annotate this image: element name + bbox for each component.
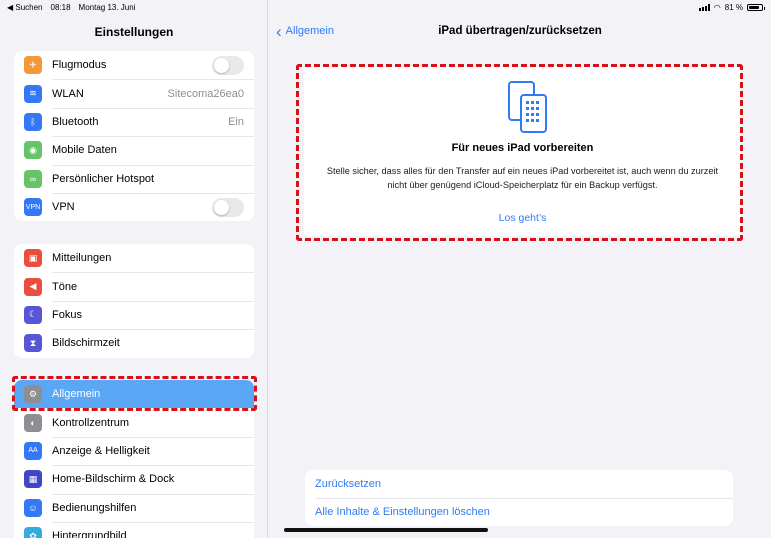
sidebar-item-hintergrundbild[interactable]: ✿ Hintergrundbild [14,521,254,538]
notifications-icon: ▣ [24,249,42,268]
accessibility-icon: ☺ [24,498,42,517]
vpn-icon: VPN [24,198,42,217]
sidebar-item-kontrollzentrum[interactable]: ◐ Kontrollzentrum [14,408,254,436]
toggle-switch[interactable] [212,55,244,75]
card-title: Für neues iPad vorbereiten [451,142,594,154]
cellular-signal-icon [698,4,710,11]
sidebar-item-value: Ein [228,115,244,128]
card-description: Stelle sicher, dass alles für den Transf… [326,166,719,190]
battery-icon [747,4,765,11]
settings-group-general: ⚙ Allgemein ◐ Kontrollzentrum AA Anzeige & He… [14,380,254,538]
sidebar-title: Einstellungen [94,25,174,39]
antenna-icon: ◉ [24,141,42,160]
sidebar-item-bedienungshilfen[interactable]: ☺ Bedienungshilfen [14,493,254,522]
sidebar-item-töne[interactable]: ◀ Töne [14,272,254,300]
sidebar-item-label: Mitteilungen [52,252,112,265]
wifi-icon: ≋ [24,84,42,103]
flower-icon: ✿ [24,527,42,538]
moon-icon: ☾ [24,305,42,324]
sidebar-item-vpn[interactable]: VPN VPN [14,192,254,221]
sidebar-item-label: Anzeige & Helligkeit [52,444,150,457]
sidebar-item-label: Bedienungshilfen [52,501,137,514]
wifi-status-icon: ◠ [713,3,721,12]
detail-pane: ‹ Allgemein iPad übertragen/zurücksetzen… [269,0,771,538]
reset-actions-group: Zurücksetzen Alle Inhalte & Einstellunge… [305,470,733,526]
sidebar-item-label: Hintergrundbild [52,530,127,538]
sidebar-item-persönlicher-hotspot[interactable]: ∞ Persönlicher Hotspot [14,164,254,193]
prepare-new-ipad-card: Für neues iPad vorbereiten Stelle sicher… [304,67,741,236]
sidebar-item-value: Sitecoma26ea0 [167,87,244,100]
sidebar-item-label: Fokus [52,308,82,321]
toggle-switch[interactable] [212,197,244,217]
sidebar-item-label: Flugmodus [52,59,107,72]
status-date: Montag 13. Juni [78,3,136,12]
get-started-link[interactable]: Los geht’s [304,212,741,224]
sidebar-item-label: Persönlicher Hotspot [52,172,155,185]
sidebar-item-label: VPN [52,201,75,214]
erase-all-content-button[interactable]: Alle Inhalte & Einstellungen löschen [305,498,733,526]
status-bar: ◀ Suchen 08:18 Montag 13. Juni ◠ 81 % [0,0,771,16]
reset-button[interactable]: Zurücksetzen [305,470,733,498]
sidebar-item-fokus[interactable]: ☾ Fokus [14,300,254,329]
gear-icon: ⚙ [24,385,42,404]
home-grid-icon: ▦ [24,470,42,489]
sidebar-item-mitteilungen[interactable]: ▣ Mitteilungen [14,244,254,272]
switches-icon: ◐ [24,413,42,432]
settings-sidebar: Einstellungen ✈ Flugmodus ≋ WLAN Sitecoma26e… [0,0,268,538]
devices-transfer-icon [507,80,549,140]
sidebar-item-wlan[interactable]: ≋ WLAN Sitecoma26ea0 [14,79,254,107]
home-indicator [284,528,488,532]
battery-percent: 81 % [724,3,743,12]
sidebar-item-label: Kontrollzentrum [52,416,130,429]
sidebar-item-bildschirmzeit[interactable]: ⧗ Bildschirmzeit [14,329,254,357]
bluetooth-icon: ᛒ [24,112,42,131]
sidebar-item-anzeige-helligkeit[interactable]: AA Anzeige & Helligkeit [14,436,254,465]
sidebar-item-flugmodus[interactable]: ✈ Flugmodus [14,51,254,79]
sidebar-item-label: Bildschirmzeit [52,337,120,350]
sidebar-item-allgemein[interactable]: ⚙ Allgemein [14,380,254,409]
sidebar-item-label: WLAN [52,87,84,100]
sidebar-item-label: Home-Bildschirm & Dock [52,473,175,486]
sidebar-item-home-bildschirm-dock[interactable]: ▦ Home-Bildschirm & Dock [14,465,254,493]
sidebar-item-label: Bluetooth [52,115,99,128]
hourglass-icon: ⧗ [24,334,42,353]
display-icon: AA [24,441,42,460]
hotspot-icon: ∞ [24,169,42,188]
sidebar-item-label: Töne [52,280,78,293]
sidebar-item-label: Allgemein [52,388,101,401]
page-title: iPad übertragen/zurücksetzen [438,25,602,37]
sidebar-item-mobile-daten[interactable]: ◉ Mobile Daten [14,136,254,164]
airplane-icon: ✈ [24,56,42,75]
back-to-app-link[interactable]: ◀ Suchen [7,3,43,12]
settings-group-connectivity: ✈ Flugmodus ≋ WLAN Sitecoma26ea0 ᛒ Bluetooth Ei… [14,51,254,222]
sidebar-item-bluetooth[interactable]: ᛒ Bluetooth Ein [14,107,254,136]
sounds-icon: ◀ [24,277,42,296]
settings-group-notifications: ▣ Mitteilungen ◀ Töne ☾ Fokus ⧗ Bildschirmzeit [14,244,254,358]
sidebar-item-label: Mobile Daten [52,144,117,157]
status-time: 08:18 [50,3,71,12]
